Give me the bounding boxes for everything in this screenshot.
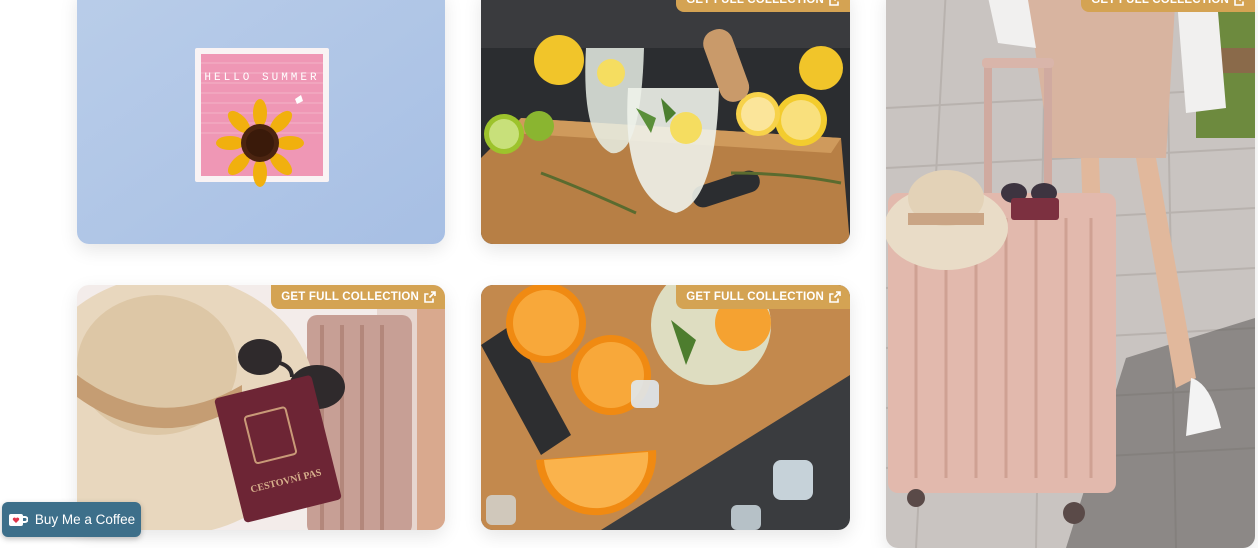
badge-label: GET FULL COLLECTION: [1091, 0, 1229, 6]
get-full-collection-button[interactable]: GET FULL COLLECTION: [1081, 0, 1255, 12]
badge-label: GET FULL COLLECTION: [686, 291, 824, 303]
photo-card-hello-summer[interactable]: HELLO SUMMER: [77, 0, 445, 244]
badge-label: GET FULL COLLECTION: [281, 291, 419, 303]
get-full-collection-button[interactable]: GET FULL COLLECTION: [676, 285, 850, 309]
coffee-cup-icon: [8, 513, 28, 526]
hello-summer-image: HELLO SUMMER: [77, 0, 445, 244]
coffee-button-label: Buy Me a Coffee: [34, 512, 136, 527]
badge-label: GET FULL COLLECTION: [686, 0, 824, 6]
external-link-icon: [829, 291, 841, 303]
photo-card-suitcase-woman[interactable]: GET FULL COLLECTION: [886, 0, 1255, 548]
oranges-image: [481, 285, 850, 530]
hat-passport-image: CESTOVNÍ PAS: [77, 285, 445, 530]
suitcase-woman-image: [886, 0, 1255, 548]
buy-me-a-coffee-button[interactable]: Buy Me a Coffee: [2, 502, 141, 537]
letter-board-text: HELLO SUMMER: [204, 72, 319, 84]
external-link-icon: [424, 291, 436, 303]
photo-card-hat-passport[interactable]: CESTOVNÍ PAS GET FULL COLLECTION: [77, 285, 445, 530]
lemonade-image: [481, 0, 850, 244]
get-full-collection-button[interactable]: GET FULL COLLECTION: [271, 285, 445, 309]
get-full-collection-button[interactable]: GET FULL COLLECTION: [676, 0, 850, 12]
external-link-icon: [1234, 0, 1244, 6]
external-link-icon: [829, 0, 839, 6]
photo-card-oranges[interactable]: GET FULL COLLECTION: [481, 285, 850, 530]
photo-card-lemonade[interactable]: GET FULL COLLECTION: [481, 0, 850, 244]
